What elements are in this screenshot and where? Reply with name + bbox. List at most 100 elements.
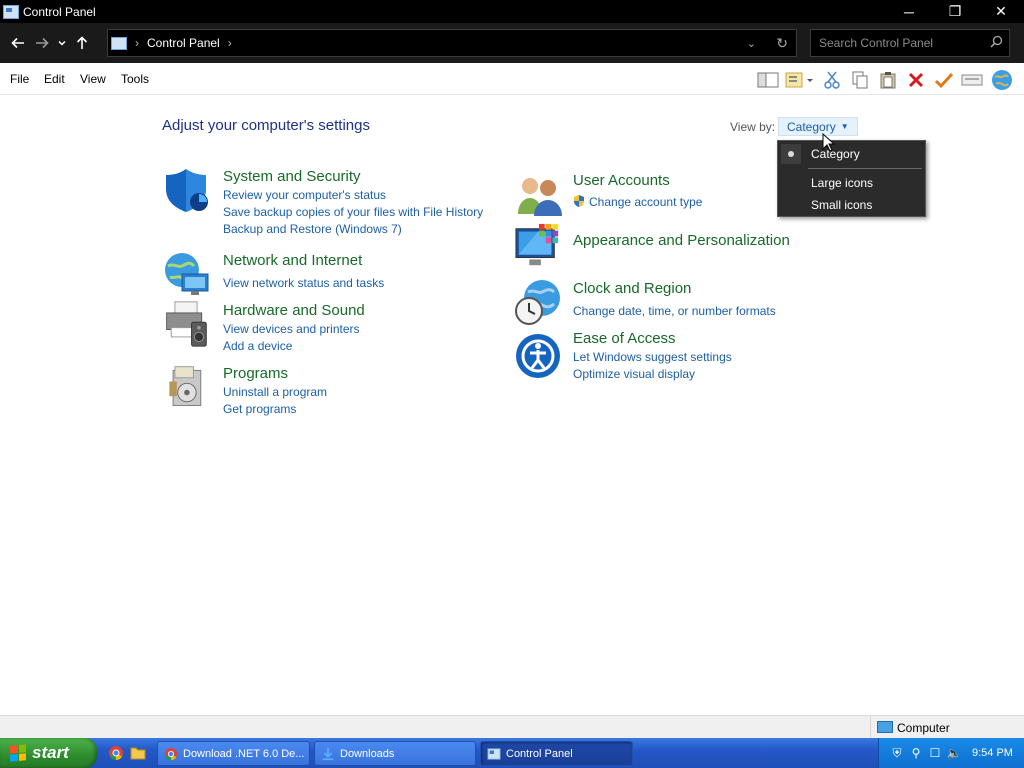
search-box[interactable] — [810, 29, 1010, 57]
clock-globe-icon[interactable] — [514, 278, 562, 326]
up-button[interactable] — [70, 28, 94, 58]
status-bar: Computer — [0, 715, 1024, 739]
task-control-panel[interactable]: Control Panel — [480, 741, 633, 766]
view-by-dropdown[interactable]: Category ▼ — [778, 117, 858, 136]
taskbar: start Download .NET 6.0 De... Downloads … — [0, 738, 1024, 768]
network-icon[interactable]: ☐ — [927, 745, 943, 761]
chrome-icon[interactable] — [108, 745, 124, 761]
window-title: Control Panel — [23, 4, 96, 19]
recent-locations-button[interactable] — [54, 28, 70, 58]
delete-icon[interactable] — [902, 68, 930, 92]
link-file-history[interactable]: Save backup copies of your files with Fi… — [223, 205, 483, 219]
address-dropdown-icon[interactable]: ⌄ — [747, 37, 756, 50]
properties-icon[interactable] — [958, 68, 986, 92]
network-globe-icon[interactable] — [162, 250, 210, 298]
back-button[interactable] — [6, 28, 30, 58]
page-title: Adjust your computer's settings — [162, 117, 370, 134]
category-title[interactable]: Programs — [223, 365, 288, 382]
security-shield-icon[interactable]: ⛨ — [889, 745, 905, 761]
clock[interactable]: 9:54 PM — [972, 747, 1013, 759]
view-by-value: Category — [787, 119, 836, 134]
control-panel-icon — [487, 747, 501, 760]
category-title[interactable]: Network and Internet — [223, 252, 362, 269]
search-icon[interactable] — [990, 35, 1003, 48]
link-change-date-time[interactable]: Change date, time, or number formats — [573, 304, 776, 318]
globe-icon[interactable] — [986, 68, 1018, 92]
restore-button[interactable]: ❐ — [932, 0, 978, 23]
users-icon[interactable] — [514, 172, 562, 220]
start-label: start — [32, 743, 69, 762]
category-title[interactable]: Ease of Access — [573, 330, 676, 347]
link-devices-printers[interactable]: View devices and printers — [223, 322, 360, 336]
link-optimize-visual[interactable]: Optimize visual display — [573, 367, 695, 381]
search-magnifier-icon[interactable]: ⚲ — [908, 745, 924, 761]
preview-pane-icon[interactable] — [754, 68, 782, 92]
menu-option-small-icons[interactable]: Small icons — [811, 198, 872, 212]
menu-view[interactable]: View — [80, 72, 106, 86]
download-arrow-icon — [322, 747, 334, 760]
search-input[interactable] — [819, 36, 979, 50]
breadcrumb-separator-icon[interactable]: › — [228, 36, 232, 50]
category-title[interactable]: Appearance and Personalization — [573, 232, 790, 249]
link-uninstall-program[interactable]: Uninstall a program — [223, 385, 327, 399]
folder-icon[interactable] — [130, 745, 146, 761]
view-options-icon[interactable] — [782, 68, 818, 92]
mouse-pointer-icon — [822, 133, 836, 152]
status-location: Computer — [897, 721, 950, 735]
paste-icon[interactable] — [874, 68, 902, 92]
link-review-status[interactable]: Review your computer's status — [223, 188, 386, 202]
view-by-menu: Category Large icons Small icons — [777, 140, 926, 217]
menu-separator — [808, 168, 922, 169]
navigation-bar: › Control Panel › ⌄ ↻ — [0, 23, 1024, 63]
category-title[interactable]: Hardware and Sound — [223, 302, 365, 319]
close-button[interactable]: ✕ — [978, 0, 1024, 23]
link-suggest-settings[interactable]: Let Windows suggest settings — [573, 350, 732, 364]
link-backup-restore[interactable]: Backup and Restore (Windows 7) — [223, 222, 402, 236]
computer-icon — [877, 721, 893, 733]
shield-icon[interactable] — [162, 166, 210, 214]
menu-edit[interactable]: Edit — [44, 72, 65, 86]
up-arrow-icon — [76, 36, 88, 49]
menu-bar: File Edit View Tools — [0, 63, 1024, 95]
refresh-icon[interactable]: ↻ — [776, 35, 788, 52]
start-button[interactable]: start — [0, 738, 97, 768]
forward-arrow-icon — [36, 37, 49, 49]
category-title[interactable]: User Accounts — [573, 172, 670, 189]
forward-button[interactable] — [30, 28, 54, 58]
back-arrow-icon — [11, 37, 24, 49]
view-by-label: View by: — [730, 120, 776, 134]
programs-icon[interactable] — [162, 363, 210, 411]
copy-icon[interactable] — [846, 68, 874, 92]
cut-icon[interactable] — [818, 68, 846, 92]
control-panel-icon — [111, 36, 127, 50]
volume-icon[interactable]: 🔈 — [946, 745, 962, 761]
category-title[interactable]: System and Security — [223, 168, 361, 185]
link-network-status[interactable]: View network status and tasks — [223, 276, 384, 290]
task-downloads[interactable]: Downloads — [314, 741, 476, 766]
ease-of-access-icon[interactable] — [514, 332, 562, 380]
caret-down-icon: ▼ — [840, 122, 849, 131]
radio-bullet-icon — [788, 151, 794, 157]
minimize-button[interactable]: ─ — [886, 0, 932, 23]
windows-flag-icon — [10, 744, 26, 762]
printer-icon[interactable] — [162, 300, 210, 348]
menu-tools[interactable]: Tools — [121, 72, 149, 86]
link-add-device[interactable]: Add a device — [223, 339, 292, 353]
title-bar: Control Panel ─ ❐ ✕ — [0, 0, 1024, 23]
control-panel-icon — [3, 4, 19, 19]
chevron-down-icon — [58, 40, 66, 46]
appearance-monitor-icon[interactable] — [514, 222, 562, 270]
breadcrumb-control-panel[interactable]: Control Panel — [147, 36, 220, 50]
chrome-icon — [164, 747, 178, 760]
task-download-net[interactable]: Download .NET 6.0 De... — [157, 741, 310, 766]
address-field[interactable]: › Control Panel › ⌄ ↻ — [107, 29, 797, 57]
system-tray: ⛨ ⚲ ☐ 🔈 9:54 PM — [878, 738, 1024, 768]
checkmark-icon[interactable] — [930, 68, 958, 92]
link-get-programs[interactable]: Get programs — [223, 402, 296, 416]
uac-shield-icon — [574, 195, 584, 207]
menu-file[interactable]: File — [10, 72, 29, 86]
menu-option-large-icons[interactable]: Large icons — [811, 176, 873, 190]
link-change-account-type[interactable]: Change account type — [589, 195, 702, 209]
category-title[interactable]: Clock and Region — [573, 280, 691, 297]
breadcrumb-separator-icon: › — [135, 36, 139, 50]
